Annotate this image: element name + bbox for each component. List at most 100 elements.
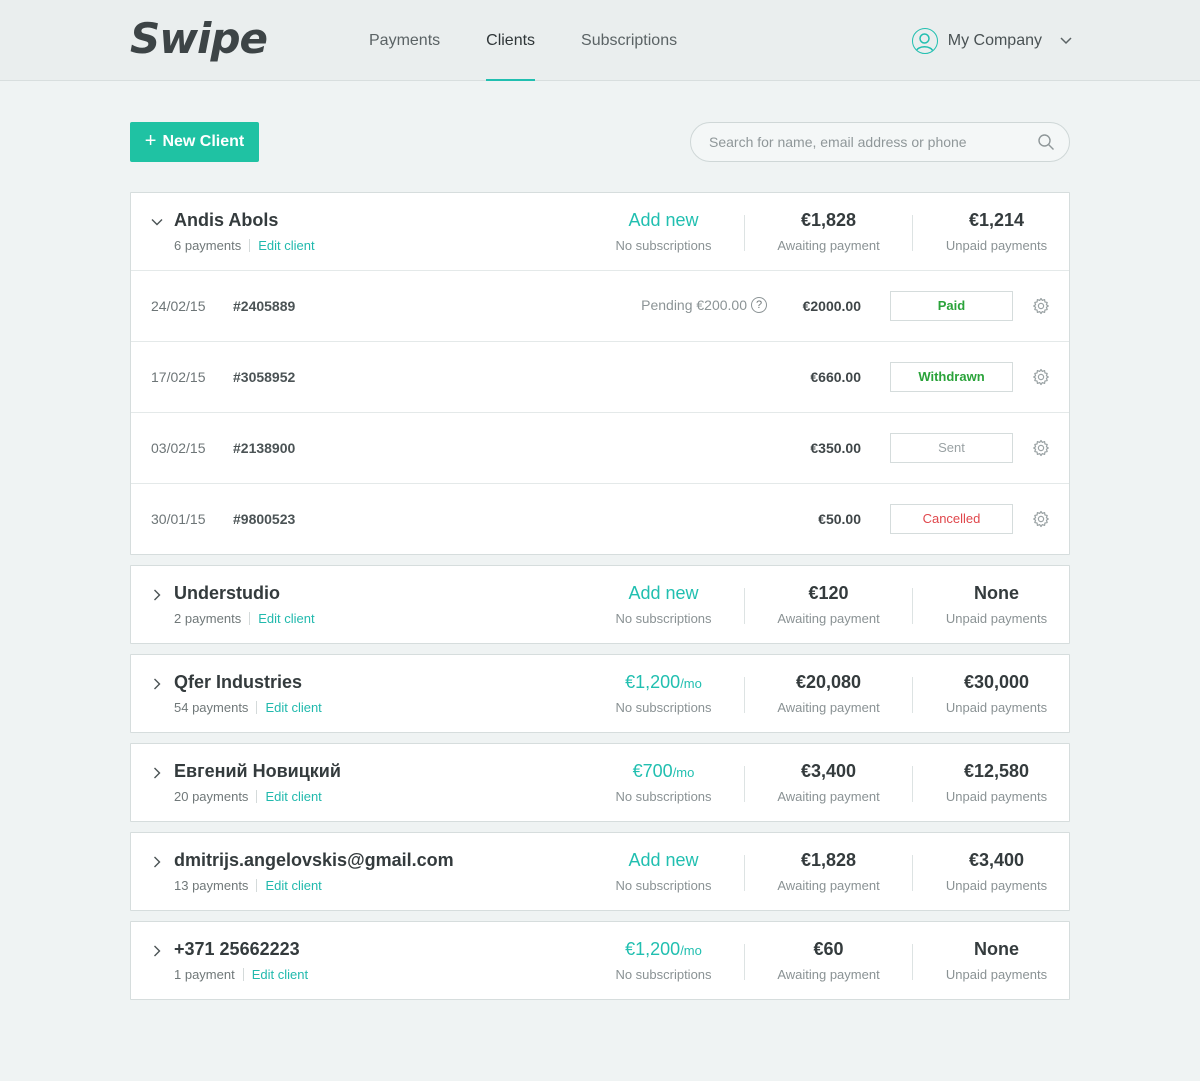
client-card: Andis Abols 6 payments Edit client Add n… [130,192,1070,555]
subscription-column: Add new No subscriptions [591,583,736,626]
subscription-label: No subscriptions [615,967,712,982]
awaiting-column: €120 Awaiting payment [746,583,911,626]
subscription-column: Add new No subscriptions [591,850,736,893]
subscription-value[interactable]: €1,200/mo [591,672,736,696]
client-card-header[interactable]: +371 25662223 1 payment Edit client €1,2… [131,922,1069,999]
payments-count: 6 payments [174,238,242,253]
client-card-header[interactable]: Andis Abols 6 payments Edit client Add n… [131,193,1069,270]
payment-row[interactable]: 24/02/15 #2405889 Pending €200.00? €2000… [131,270,1069,341]
awaiting-label: Awaiting payment [777,238,880,253]
awaiting-label: Awaiting payment [777,789,880,804]
nav-payments[interactable]: Payments [369,0,440,81]
edit-client-link[interactable]: Edit client [252,967,308,982]
edit-client-link[interactable]: Edit client [258,611,314,626]
chevron-right-icon[interactable] [151,855,163,868]
chevron-right-icon[interactable] [151,944,163,957]
subscription-column: €700/mo No subscriptions [591,761,736,804]
awaiting-amount: €20,080 [795,672,862,692]
payments-count: 1 payment [174,967,235,982]
awaiting-column: €60 Awaiting payment [746,939,911,982]
chevron-right-icon[interactable] [151,766,163,779]
new-client-button[interactable]: + New Client [130,122,259,162]
gear-icon[interactable] [1032,368,1050,386]
unpaid-column: €3,400 Unpaid payments [914,850,1079,893]
client-card-header[interactable]: Евгений Новицкий 20 payments Edit client… [131,744,1069,821]
payment-id: #2138900 [233,440,296,456]
nav-subscriptions[interactable]: Subscriptions [581,0,677,81]
status-badge[interactable]: Paid [890,291,1013,321]
client-meta: 6 payments Edit client [174,238,315,253]
unpaid-amount: None [974,583,1019,603]
column-divider [912,855,913,891]
awaiting-column: €3,400 Awaiting payment [746,761,911,804]
client-card-header[interactable]: Qfer Industries 54 payments Edit client … [131,655,1069,732]
client-card-header[interactable]: dmitrijs.angelovskis@gmail.com 13 paymen… [131,833,1069,910]
payment-id: #9800523 [233,511,296,527]
client-card-header[interactable]: Understudio 2 payments Edit client Add n… [131,566,1069,643]
edit-client-link[interactable]: Edit client [265,878,321,893]
unpaid-amount: €12,580 [963,761,1030,781]
payment-amount: €2000.00 [802,298,861,314]
gear-icon[interactable] [1032,510,1050,528]
status-badge[interactable]: Sent [890,433,1013,463]
client-name: Andis Abols [174,210,279,230]
unpaid-column: €1,214 Unpaid payments [914,210,1079,253]
pending-amount: Pending €200.00? [641,297,767,313]
gear-icon[interactable] [1032,439,1050,457]
payment-amount: €660.00 [810,369,861,385]
payment-id: #2405889 [233,298,296,314]
chevron-right-icon[interactable] [151,588,163,601]
chevron-down-icon [1060,32,1072,50]
subscription-value[interactable]: €700/mo [591,761,736,785]
gear-icon[interactable] [1032,297,1050,315]
payment-row[interactable]: 30/01/15 #9800523 €50.00 Cancelled [131,483,1069,554]
client-name: Евгений Новицкий [174,761,341,781]
subscription-value[interactable]: €1,200/mo [591,939,736,963]
subscription-unit: /mo [680,943,702,958]
payment-amount: €50.00 [818,511,861,527]
column-divider [744,855,745,891]
main-nav: Payments Clients Subscriptions [369,0,723,81]
unpaid-column: None Unpaid payments [914,583,1079,626]
subscription-label: No subscriptions [615,789,712,804]
chevron-down-icon[interactable] [151,215,163,227]
subscription-label: No subscriptions [615,238,712,253]
search-icon[interactable] [1037,133,1055,156]
edit-client-link[interactable]: Edit client [265,789,321,804]
edit-client-link[interactable]: Edit client [258,238,314,253]
search-input[interactable] [709,123,1029,161]
subscription-column: €1,200/mo No subscriptions [591,672,736,715]
payment-row[interactable]: 17/02/15 #3058952 €660.00 Withdrawn [131,341,1069,412]
swipe-logo[interactable]: Swipe [130,14,268,63]
plus-icon: + [144,129,157,152]
payments-count: 2 payments [174,611,242,626]
unpaid-amount: €30,000 [963,672,1030,692]
client-card: Understudio 2 payments Edit client Add n… [130,565,1070,644]
nav-clients[interactable]: Clients [486,0,535,81]
awaiting-label: Awaiting payment [777,878,880,893]
status-badge[interactable]: Cancelled [890,504,1013,534]
status-badge[interactable]: Withdrawn [890,362,1013,392]
subscription-column: €1,200/mo No subscriptions [591,939,736,982]
account-menu[interactable]: My Company [911,27,1072,55]
subscription-value[interactable]: Add new [591,583,736,607]
subscription-value[interactable]: Add new [591,850,736,874]
chevron-right-icon[interactable] [151,677,163,690]
payments-count: 13 payments [174,878,249,893]
payments-count: 54 payments [174,700,249,715]
column-divider [912,766,913,802]
payment-row[interactable]: 03/02/15 #2138900 €350.00 Sent [131,412,1069,483]
subscription-amount: €1,200 [625,672,681,692]
subscription-amount: €1,200 [625,939,681,959]
column-divider [744,677,745,713]
help-icon[interactable]: ? [751,297,767,313]
client-name: dmitrijs.angelovskis@gmail.com [174,850,454,870]
edit-client-link[interactable]: Edit client [265,700,321,715]
subscription-value[interactable]: Add new [591,210,736,234]
unpaid-amount: €1,214 [968,210,1025,230]
unpaid-label: Unpaid payments [945,700,1048,715]
subscription-label: No subscriptions [615,700,712,715]
awaiting-amount: €1,828 [800,210,857,230]
payments-count: 20 payments [174,789,249,804]
payment-date: 24/02/15 [151,298,206,314]
